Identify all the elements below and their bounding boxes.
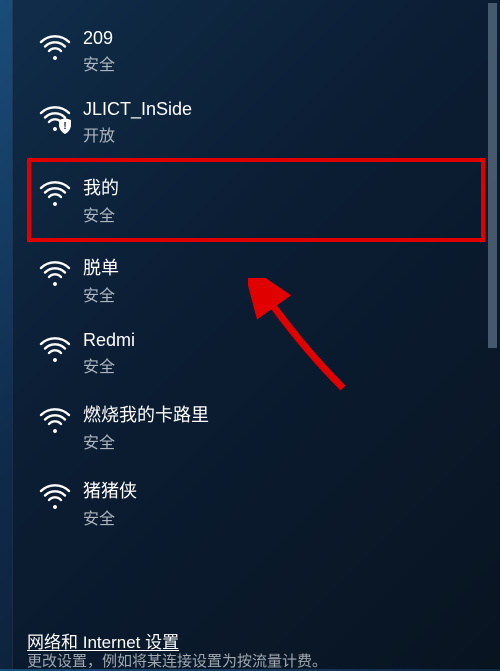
network-status: 安全: [83, 282, 119, 306]
wifi-secure-icon: [39, 256, 71, 288]
network-status: 开放: [83, 122, 192, 146]
network-list: 209安全 !JLICT_InSide开放 我的安全 脱单安全 Redmi安全 …: [13, 16, 485, 641]
network-text: 脱单安全: [83, 254, 119, 306]
network-ssid: 209: [83, 28, 115, 49]
network-ssid: 燃烧我的卡路里: [83, 401, 209, 427]
network-ssid: 我的: [83, 174, 119, 200]
wifi-network-item[interactable]: 我的安全: [27, 158, 485, 242]
wifi-network-item[interactable]: Redmi安全: [13, 318, 485, 389]
network-status: 安全: [83, 505, 137, 529]
wifi-network-item[interactable]: 燃烧我的卡路里安全: [13, 389, 485, 465]
wifi-secure-icon: [39, 176, 71, 208]
network-text: 209安全: [83, 28, 115, 75]
wifi-secure-icon: [39, 332, 71, 364]
wifi-open-icon: !: [39, 101, 71, 133]
wifi-secure-icon: [39, 479, 71, 511]
network-ssid: 猪猪侠: [83, 477, 137, 503]
network-ssid: Redmi: [83, 330, 135, 351]
wifi-network-item[interactable]: ! JLICT_InSide开放: [13, 87, 485, 158]
network-ssid: JLICT_InSide: [83, 99, 192, 120]
settings-description: 更改设置，例如将某连接设置为按流量计费。: [27, 650, 327, 671]
network-text: Redmi安全: [83, 330, 135, 377]
wifi-network-item[interactable]: 脱单安全: [13, 242, 485, 318]
wifi-panel: 209安全 !JLICT_InSide开放 我的安全 脱单安全 Redmi安全 …: [12, 0, 500, 669]
network-text: 燃烧我的卡路里安全: [83, 401, 209, 453]
network-status: 安全: [83, 353, 135, 377]
scrollbar[interactable]: [488, 3, 497, 348]
network-text: 我的安全: [83, 174, 119, 226]
wifi-network-item[interactable]: 209安全: [13, 16, 485, 87]
network-text: JLICT_InSide开放: [83, 99, 192, 146]
network-status: 安全: [83, 429, 209, 453]
network-ssid: 脱单: [83, 254, 119, 280]
network-status: 安全: [83, 202, 119, 226]
open-warning-badge-icon: !: [58, 118, 72, 134]
svg-text:!: !: [63, 121, 66, 132]
network-status: 安全: [83, 51, 115, 75]
network-text: 猪猪侠安全: [83, 477, 137, 529]
wifi-secure-icon: [39, 30, 71, 62]
wifi-network-item[interactable]: 猪猪侠安全: [13, 465, 485, 541]
wifi-secure-icon: [39, 403, 71, 435]
